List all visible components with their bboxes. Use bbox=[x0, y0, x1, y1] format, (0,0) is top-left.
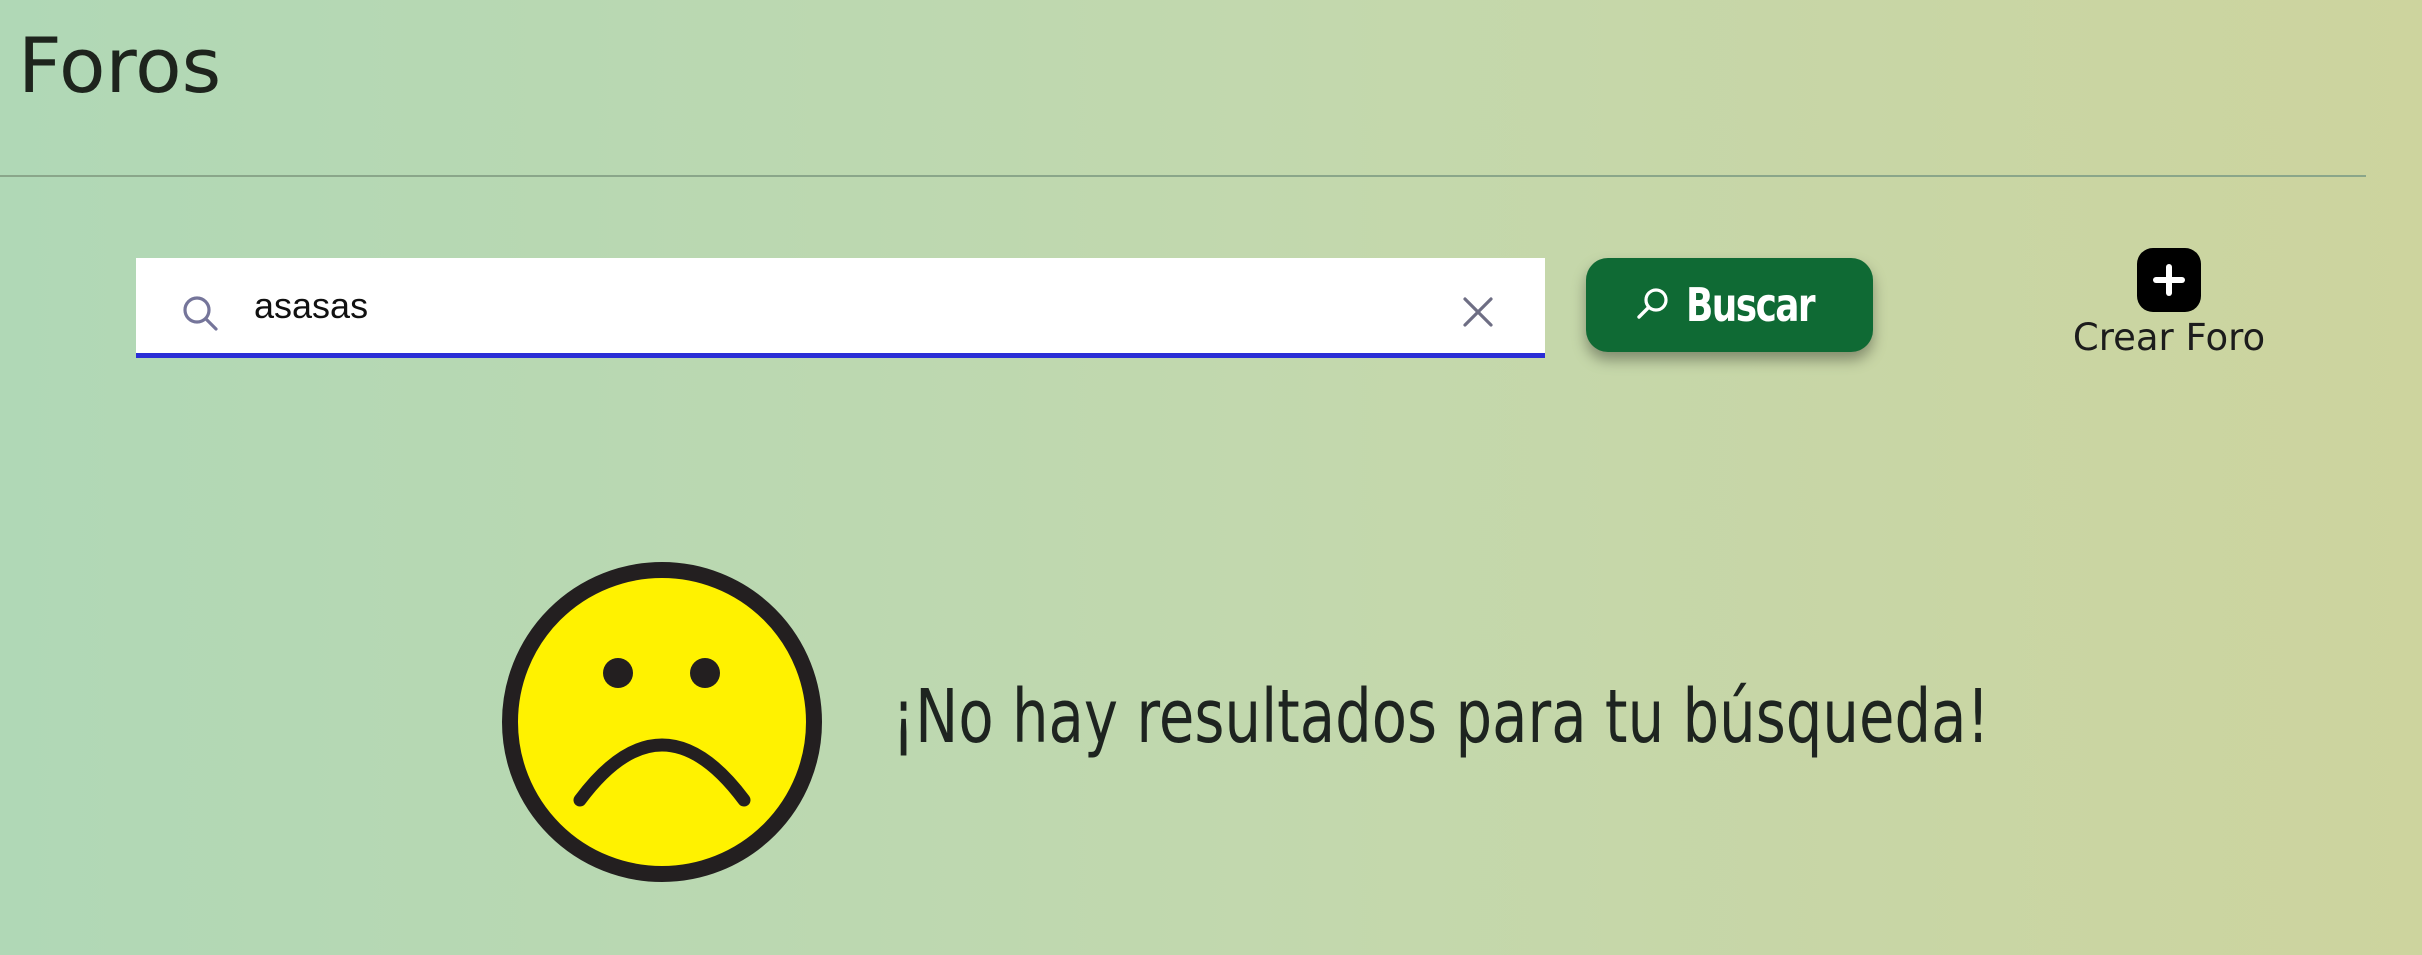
search-input[interactable] bbox=[254, 276, 1404, 336]
create-forum-label: Crear Foro bbox=[2072, 316, 2266, 359]
search-button-label: Buscar bbox=[1685, 278, 1816, 332]
page-title: Foros bbox=[18, 21, 222, 110]
create-forum-button[interactable]: Crear Foro bbox=[2060, 246, 2278, 366]
search-field[interactable] bbox=[136, 258, 1545, 358]
search-button[interactable]: Buscar bbox=[1586, 258, 1873, 352]
header-divider bbox=[0, 175, 2366, 177]
search-icon bbox=[183, 296, 218, 331]
close-icon[interactable] bbox=[1461, 295, 1495, 329]
search-icon bbox=[1636, 288, 1668, 319]
sad-face-icon bbox=[502, 562, 822, 882]
plus-icon bbox=[2137, 248, 2201, 312]
no-results-message: ¡No hay resultados para tu búsqueda! bbox=[892, 674, 1990, 760]
